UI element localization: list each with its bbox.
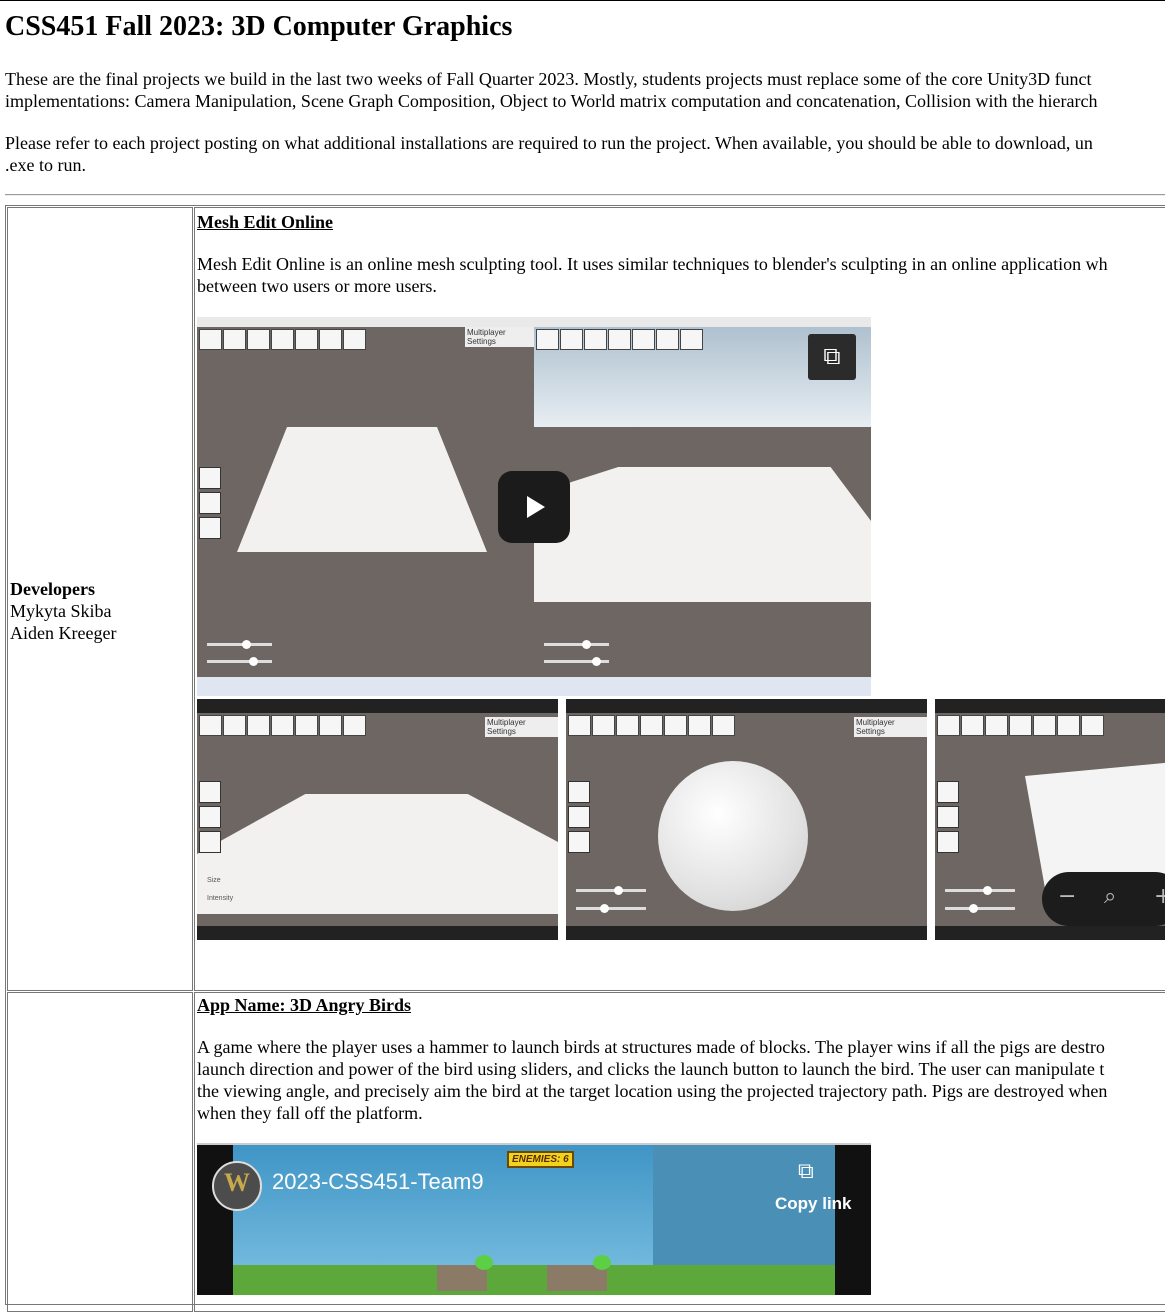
developers: Developers Mykyta Skiba Aiden Kreeger <box>10 578 116 644</box>
multiplayer-settings: Multiplayer Settings <box>485 717 558 737</box>
pig <box>475 1255 493 1270</box>
mesh-plane <box>534 467 871 602</box>
zoom-controls: − ⌕ + <box>1042 872 1165 926</box>
intro-line-1: These are the final projects we build in… <box>5 69 1092 89</box>
project-title-link[interactable]: Mesh Edit Online <box>197 212 333 233</box>
developer-name: Mykyta Skiba <box>10 601 112 621</box>
zoom-icon[interactable]: ⌕ <box>1104 884 1116 909</box>
intro-line-2: implementations: Camera Manipulation, Sc… <box>5 91 1098 111</box>
copy-icon[interactable]: ⧉ <box>798 1159 820 1185</box>
project-title-link[interactable]: App Name: 3D Angry Birds <box>197 995 411 1016</box>
multiplayer-settings: Multiplayer Settings <box>854 717 927 737</box>
brush-toolbar <box>199 329 367 350</box>
video-pane-left: Multiplayer Settings <box>197 317 534 679</box>
pig <box>593 1255 611 1270</box>
sculpted-sphere <box>658 761 808 911</box>
note-line-2: .exe to run. <box>5 155 86 175</box>
mesh-plane <box>237 427 487 552</box>
enemies-counter: ENEMIES: 6 <box>507 1151 574 1168</box>
gallery-image[interactable]: Multiplayer Settings <box>566 699 927 940</box>
project-desc-line: A game where the player uses a hammer to… <box>197 1037 1105 1057</box>
brush-toolbar <box>536 329 704 350</box>
row2-left-cell <box>7 992 193 1312</box>
note-line-1: Please refer to each project posting on … <box>5 133 1093 153</box>
project-desc-line: when they fall off the platform. <box>197 1103 423 1123</box>
divider <box>5 194 1165 196</box>
intensity-label: Intensity <box>207 895 234 902</box>
size-label: Size <box>207 877 221 884</box>
developers-heading: Developers <box>10 579 95 599</box>
play-icon[interactable] <box>498 471 570 543</box>
project-desc-line: Mesh Edit Online is an online mesh sculp… <box>197 254 1108 274</box>
project-desc-line: between two users or more users. <box>197 276 437 296</box>
multiplayer-settings: Multiplayer Settings <box>465 327 534 347</box>
page-title: CSS451 Fall 2023: 3D Computer Graphics <box>5 11 513 42</box>
video-title[interactable]: 2023-CSS451-Team9 <box>272 1169 484 1195</box>
gallery-image[interactable]: Multiplayer Settings Size Intensity <box>197 699 558 940</box>
channel-logo[interactable]: W <box>212 1161 262 1211</box>
developer-name: Aiden Kreeger <box>10 623 117 643</box>
zoom-out-icon[interactable]: − <box>1058 884 1076 909</box>
project-desc-line: the viewing angle, and precisely aim the… <box>197 1081 1108 1101</box>
zoom-in-icon[interactable]: + <box>1154 884 1165 909</box>
external-link-icon[interactable]: ⧉ <box>808 334 856 380</box>
os-taskbar <box>197 677 871 696</box>
project-desc-line: launch direction and power of the bird u… <box>197 1059 1105 1079</box>
copy-link-button[interactable]: Copy link <box>775 1194 852 1214</box>
